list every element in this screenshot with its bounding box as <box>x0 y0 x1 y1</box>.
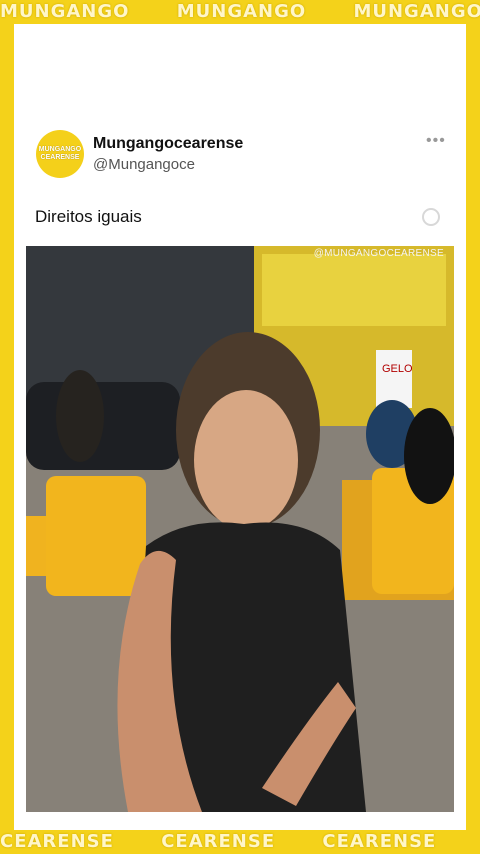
shop-sign <box>262 254 446 326</box>
banner-word: CEARENSE <box>322 831 437 852</box>
tweet-video[interactable]: GELO @MUNGANGOCEARENSE <box>26 246 454 812</box>
person-left <box>56 370 104 462</box>
bottom-banner: CEARENSE CEARENSE CEARENSE <box>0 830 480 854</box>
left-chair <box>46 476 146 596</box>
right-side-strip <box>466 24 480 830</box>
avatar[interactable]: MUNGANGO CEARENSE <box>36 130 84 178</box>
display-name[interactable]: Mungangocearense <box>93 135 243 153</box>
gelo-sign <box>376 350 412 408</box>
more-dots-icon: ••• <box>426 132 446 149</box>
banner-word: MUNGANGO <box>0 1 130 22</box>
banner-word: MUNGANGO <box>176 1 307 22</box>
reply-icon[interactable] <box>422 208 440 226</box>
branded-frame: MUNGANGO MUNGANGO MUNGANGO MUNGANGO CEAR… <box>0 0 480 854</box>
top-banner: MUNGANGO MUNGANGO MUNGANGO <box>0 0 480 24</box>
person-right-2 <box>404 408 454 504</box>
left-side-strip <box>0 24 14 830</box>
avatar-logo-text: MUNGANGO CEARENSE <box>38 146 82 161</box>
video-frame: GELO <box>26 246 454 812</box>
banner-word: CEARENSE <box>0 831 114 852</box>
more-options-button[interactable]: ••• <box>426 132 446 150</box>
tweet-card: MUNGANGO CEARENSE Mungangocearense @Mung… <box>14 24 466 830</box>
user-handle[interactable]: @Mungangoce <box>93 156 195 173</box>
banner-word: MUNGANGO <box>353 1 480 22</box>
video-watermark: @MUNGANGOCEARENSE <box>313 248 444 259</box>
gelo-sign-text: GELO <box>382 363 413 375</box>
woman-face <box>194 390 298 530</box>
tweet-text: Direitos iguais <box>35 207 142 226</box>
banner-word: CEARENSE <box>161 831 276 852</box>
